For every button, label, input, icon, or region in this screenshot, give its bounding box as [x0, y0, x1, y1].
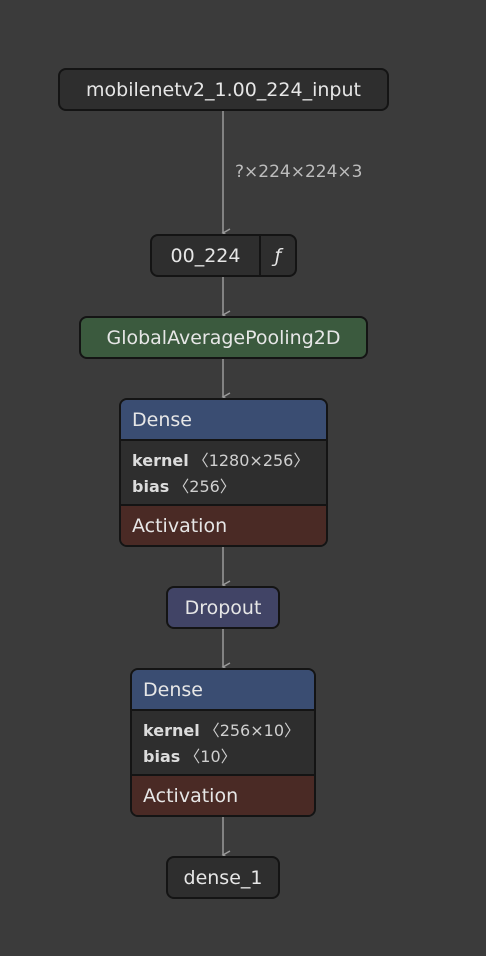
dense-node-2-title: Dense [132, 670, 314, 711]
bias-attribute: bias 〈256〉 [132, 474, 315, 500]
dropout-node[interactable]: Dropout [166, 586, 280, 629]
bias-attribute: bias 〈10〉 [143, 744, 303, 770]
dense-node-2-activation: Activation [132, 776, 314, 815]
dropout-node-label: Dropout [184, 596, 262, 619]
output-node-label: dense_1 [183, 866, 263, 889]
pooling-node-label: GlobalAveragePooling2D [106, 326, 341, 349]
function-icon: ƒ [259, 236, 295, 275]
bias-label: bias [132, 477, 170, 496]
input-node-label: mobilenetv2_1.00_224_input [86, 78, 361, 101]
dense-node-1-attributes: kernel 〈1280×256〉 bias 〈256〉 [121, 441, 326, 506]
kernel-value: 〈256×10〉 [203, 721, 300, 740]
kernel-label: kernel [143, 721, 200, 740]
dense-node-2[interactable]: Dense kernel 〈256×10〉 bias 〈10〉 Activation [130, 668, 316, 817]
dense-node-2-attributes: kernel 〈256×10〉 bias 〈10〉 [132, 711, 314, 776]
dense-node-1[interactable]: Dense kernel 〈1280×256〉 bias 〈256〉 Activat… [119, 398, 328, 547]
kernel-label: kernel [132, 451, 189, 470]
bias-value: 〈10〉 [184, 747, 237, 766]
dense-node-1-title: Dense [121, 400, 326, 441]
func-node-label: 00_224 [170, 244, 241, 267]
output-node[interactable]: dense_1 [166, 856, 280, 899]
pooling-node[interactable]: GlobalAveragePooling2D [79, 316, 368, 359]
dense-node-1-activation: Activation [121, 506, 326, 545]
kernel-value: 〈1280×256〉 [192, 451, 310, 470]
bias-label: bias [143, 747, 181, 766]
kernel-attribute: kernel 〈256×10〉 [143, 718, 303, 744]
edge-shape-label: ?×224×224×3 [235, 162, 363, 182]
func-node[interactable]: 00_224 ƒ [150, 234, 297, 277]
bias-value: 〈256〉 [173, 477, 236, 496]
kernel-attribute: kernel 〈1280×256〉 [132, 448, 315, 474]
input-node[interactable]: mobilenetv2_1.00_224_input [58, 68, 389, 111]
